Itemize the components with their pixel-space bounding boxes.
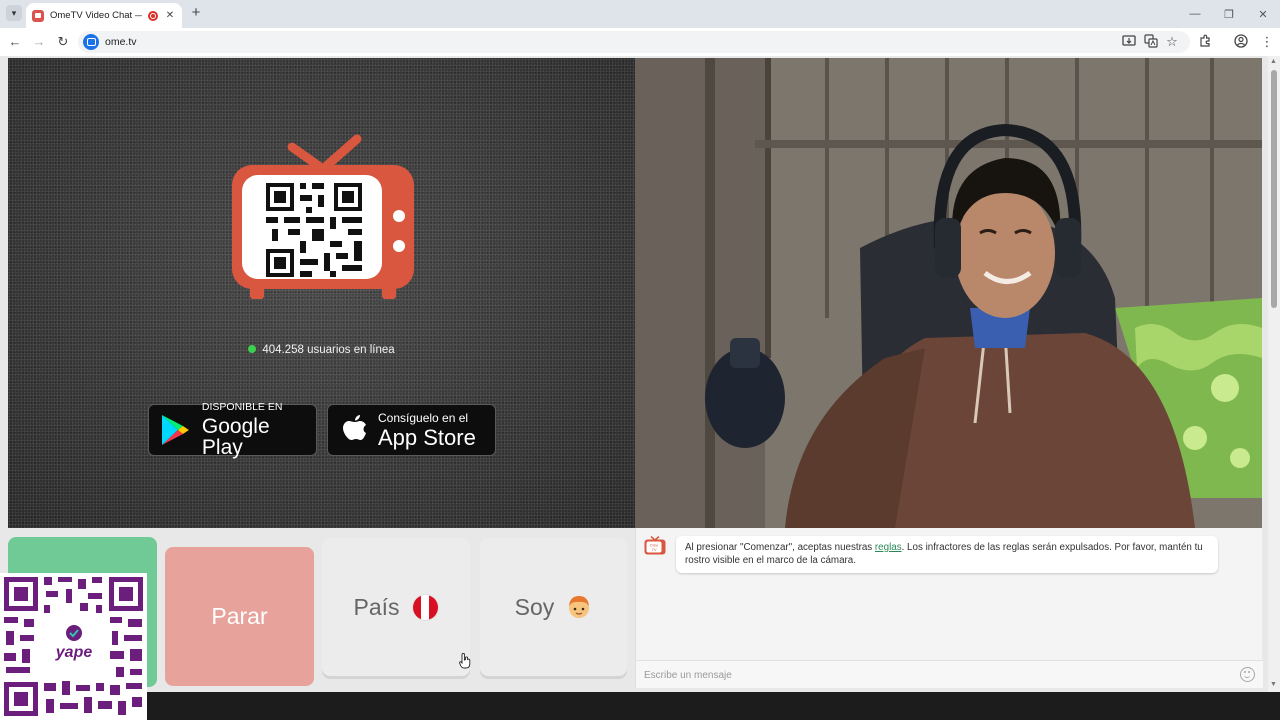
- app-store-button[interactable]: Consíguelo en el App Store: [327, 404, 496, 456]
- translate-icon[interactable]: [1143, 34, 1159, 50]
- chat-logo-text-bottom: TV: [651, 547, 656, 552]
- reload-icon[interactable]: ↻: [55, 34, 71, 50]
- url-text: ome.tv: [105, 36, 137, 48]
- system-rules-message: Al presionar "Comenzar", aceptas nuestra…: [676, 536, 1218, 573]
- scroll-up-arrow-icon[interactable]: ▲: [1270, 58, 1277, 65]
- country-button-label: País: [353, 593, 400, 620]
- forward-arrow-icon[interactable]: →: [31, 34, 47, 50]
- rules-link[interactable]: reglas: [875, 542, 902, 553]
- browser-tab-bar: ▾ OmeTV Video Chat — Ome ✕ + — ❐ ✕: [0, 0, 1280, 28]
- webcam-scene: [635, 58, 1262, 528]
- ometv-chat-logo-icon: Ome TV: [644, 536, 666, 555]
- tab-search-button[interactable]: ▾: [6, 5, 22, 21]
- google-play-big-text: Google Play: [201, 414, 270, 459]
- google-play-button[interactable]: DISPONIBLE EN Google Play: [148, 401, 317, 459]
- google-play-small-text: DISPONIBLE EN: [201, 401, 283, 414]
- install-app-icon[interactable]: [1121, 34, 1137, 50]
- bookmark-star-icon[interactable]: ☆: [1164, 34, 1180, 50]
- online-status-dot-icon: [248, 345, 257, 353]
- site-info-icon[interactable]: [83, 34, 99, 50]
- ometv-page: 404.258 usuarios en línea DISPONIBLE EN …: [0, 56, 1280, 720]
- ometv-qr-tv-logo: [232, 134, 414, 299]
- gender-select-button[interactable]: Soy: [480, 538, 627, 676]
- boy-emoji-icon: [569, 596, 590, 618]
- self-webcam-video: [635, 58, 1262, 528]
- browser-tab-ometv[interactable]: OmeTV Video Chat — Ome ✕: [26, 3, 182, 28]
- chat-panel: Ome TV Al presionar "Comenzar", aceptas …: [635, 528, 1263, 688]
- page-scrollbar[interactable]: ▲ ▼: [1268, 56, 1280, 692]
- scroll-down-arrow-icon[interactable]: ▼: [1270, 681, 1277, 688]
- extensions-puzzle-icon[interactable]: [1197, 34, 1213, 50]
- ometv-favicon-icon: [32, 9, 44, 22]
- address-bar[interactable]: ome.tv: [78, 31, 1190, 53]
- yape-logo-text: yape: [55, 644, 93, 661]
- window-controls: — ❐ ✕: [1178, 0, 1280, 28]
- browser-toolbar: ← → ↻ ome.tv ☆ ⋮: [0, 28, 1280, 56]
- message-input[interactable]: [644, 666, 1234, 684]
- profile-avatar-icon[interactable]: [1233, 34, 1249, 50]
- back-arrow-icon[interactable]: ←: [7, 34, 23, 50]
- emoji-smile-icon[interactable]: [1240, 667, 1255, 682]
- browser-menu-icon[interactable]: ⋮: [1259, 34, 1275, 50]
- apple-logo-icon: [343, 415, 366, 440]
- recording-indicator-icon: [148, 10, 158, 21]
- country-filter-button[interactable]: País: [322, 538, 470, 676]
- restore-button[interactable]: ❐: [1212, 0, 1246, 28]
- stranger-video-panel: 404.258 usuarios en línea DISPONIBLE EN …: [8, 58, 635, 528]
- yape-qr-code-overlay: yape: [0, 573, 147, 720]
- peru-flag-icon: [411, 593, 439, 621]
- gender-button-label: Soy: [514, 593, 555, 620]
- online-users-count: 404.258 usuarios en línea: [8, 344, 635, 356]
- chat-input-bar: [636, 660, 1263, 688]
- tab-close-icon[interactable]: ✕: [164, 10, 176, 21]
- minimize-button[interactable]: —: [1178, 0, 1212, 28]
- scrollbar-thumb[interactable]: [1271, 70, 1277, 308]
- stop-button-label: Parar: [211, 603, 268, 629]
- stop-button[interactable]: Parar: [165, 547, 314, 686]
- app-store-small-text: Consíguelo en el: [378, 410, 469, 425]
- new-tab-button[interactable]: +: [188, 5, 204, 21]
- close-window-button[interactable]: ✕: [1246, 0, 1280, 28]
- online-users-text: 404.258 usuarios en línea: [262, 344, 395, 356]
- app-store-big-text: App Store: [378, 424, 476, 450]
- rules-message-before: Al presionar "Comenzar", aceptas nuestra…: [685, 542, 875, 553]
- bottom-dark-strip: [0, 692, 1280, 720]
- mouse-hand-cursor-icon: [459, 653, 471, 669]
- google-play-icon: [161, 415, 189, 445]
- tab-title: OmeTV Video Chat — Ome: [50, 10, 142, 21]
